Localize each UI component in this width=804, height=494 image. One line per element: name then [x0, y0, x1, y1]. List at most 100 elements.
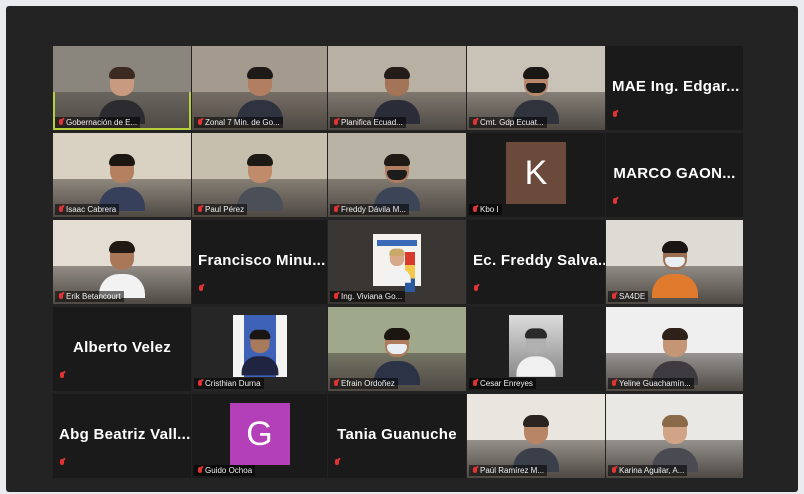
muted-mic-icon — [612, 198, 618, 206]
participant-tile[interactable]: Ec. Freddy Salva... — [467, 220, 605, 304]
muted-mic-icon — [333, 292, 339, 301]
muted-mic-icon — [333, 118, 339, 127]
participant-name-tag: Paúl Ramírez M... — [469, 465, 548, 476]
participant-tile[interactable]: Yeline Guachamín... — [606, 307, 743, 391]
participant-name-tag: Yeline Guachamín... — [608, 378, 694, 389]
muted-mic-icon — [198, 285, 204, 293]
participant-name-label: Cristhian Durna — [205, 379, 261, 388]
participant-name-label: Zonal 7 Min. de Go... — [205, 118, 280, 127]
participant-video-figure — [236, 67, 283, 124]
participant-tile[interactable]: Isaac Cabrera — [53, 133, 191, 217]
participant-tile[interactable]: Ing. Viviana Go... — [328, 220, 466, 304]
muted-mic-icon — [611, 379, 617, 388]
participant-tile[interactable]: Tania Guanuche — [328, 394, 466, 478]
participant-tile[interactable]: K Kbo I — [467, 133, 605, 217]
participant-video-figure — [513, 67, 559, 124]
participant-tile[interactable]: G Guido Ochoa — [192, 394, 327, 478]
participant-video-figure — [651, 415, 698, 472]
profile-poster — [373, 234, 421, 292]
mute-indicator — [334, 454, 340, 472]
participant-name-tag: Ing. Viviana Go... — [330, 291, 406, 302]
participant-display-name: MAE Ing. Edgar... — [612, 77, 740, 95]
participant-tile[interactable]: Francisco Minu... — [192, 220, 327, 304]
participant-tile[interactable]: Karina Aguilar, A... — [606, 394, 743, 478]
mute-indicator — [59, 454, 65, 472]
participant-tile[interactable]: Cmt. Gdp Ecuat... — [467, 46, 605, 130]
participant-tile[interactable]: MAE Ing. Edgar... — [606, 46, 743, 130]
participant-name-tag: Karina Aguilar, A... — [608, 465, 688, 476]
muted-mic-icon — [473, 285, 479, 293]
participant-tile[interactable]: Paul Pérez — [192, 133, 327, 217]
participant-tile[interactable]: MARCO GAON... — [606, 133, 743, 217]
participant-name-label: Paúl Ramírez M... — [480, 466, 545, 475]
participant-name-label: Gobernación de E... — [66, 118, 138, 127]
participant-video-figure — [99, 241, 145, 298]
muted-mic-icon — [333, 205, 339, 214]
participant-name-tag: Kbo I — [469, 204, 502, 215]
participant-name-tag: Cmt. Gdp Ecuat... — [469, 117, 547, 128]
participant-name-tag: Guido Ochoa — [194, 465, 256, 476]
participant-tile[interactable]: Erik Betancourt — [53, 220, 191, 304]
muted-mic-icon — [612, 111, 618, 119]
muted-mic-icon — [197, 466, 203, 475]
muted-mic-icon — [334, 459, 340, 467]
participant-video-figure — [651, 241, 698, 298]
participant-name-label: Freddy Dávila M... — [341, 205, 406, 214]
participant-tile[interactable]: Efrain Ordoñez — [328, 307, 466, 391]
muted-mic-icon — [472, 205, 478, 214]
muted-mic-icon — [472, 118, 478, 127]
participant-video-figure — [383, 248, 411, 283]
participant-video-figure — [374, 67, 420, 124]
participant-video-figure — [236, 154, 283, 211]
participant-name-label: Planifica Ecuad... — [341, 118, 403, 127]
muted-mic-icon — [58, 205, 64, 214]
mute-indicator — [59, 367, 65, 385]
participant-name-label: Isaac Cabrera — [66, 205, 117, 214]
participant-name-label: Ing. Viviana Go... — [341, 292, 403, 301]
mute-indicator — [612, 106, 618, 124]
participant-gallery: Gobernación de E... Zonal 7 Min. de Go...… — [53, 46, 743, 478]
avatar: K — [506, 142, 566, 204]
muted-mic-icon — [197, 379, 203, 388]
avatar: G — [229, 403, 290, 465]
participant-name-tag: Paul Pérez — [194, 204, 248, 215]
participant-name-tag: Cristhian Durna — [194, 378, 264, 389]
participant-name-tag: Freddy Dávila M... — [330, 204, 409, 215]
muted-mic-icon — [59, 372, 65, 380]
participant-display-name: Francisco Minu... — [198, 251, 326, 269]
participant-video-figure — [513, 415, 559, 472]
muted-mic-icon — [59, 459, 65, 467]
participant-video-figure — [651, 328, 698, 385]
muted-mic-icon — [58, 118, 64, 127]
participant-name-label: Karina Aguilar, A... — [619, 466, 685, 475]
participant-name-label: Kbo I — [480, 205, 499, 214]
participant-video-figure — [374, 328, 420, 385]
participant-tile[interactable]: Alberto Velez — [53, 307, 191, 391]
participant-name-label: Guido Ochoa — [205, 466, 253, 475]
participant-tile[interactable]: Abg Beatriz Vall... — [53, 394, 191, 478]
muted-mic-icon — [197, 205, 203, 214]
participant-video-figure — [374, 154, 420, 211]
muted-mic-icon — [611, 466, 617, 475]
participant-name-label: Paul Pérez — [205, 205, 245, 214]
participant-video-figure — [99, 67, 145, 124]
participant-tile[interactable]: Cesar Enreyes — [467, 307, 605, 391]
participant-name-label: Yeline Guachamín... — [619, 379, 691, 388]
participant-tile[interactable]: Zonal 7 Min. de Go... — [192, 46, 327, 130]
zoom-window: Gobernación de E... Zonal 7 Min. de Go...… — [6, 6, 798, 492]
muted-mic-icon — [197, 118, 203, 127]
participant-display-name: Tania Guanuche — [337, 425, 457, 443]
participant-tile[interactable]: SA4DE — [606, 220, 743, 304]
participant-tile[interactable]: Gobernación de E... — [53, 46, 191, 130]
muted-mic-icon — [472, 466, 478, 475]
participant-video-figure — [99, 154, 145, 211]
participant-tile[interactable]: Cristhian Durna — [192, 307, 327, 391]
participant-tile[interactable]: Freddy Dávila M... — [328, 133, 466, 217]
participant-tile[interactable]: Paúl Ramírez M... — [467, 394, 605, 478]
participant-name-tag: Gobernación de E... — [55, 117, 141, 128]
participant-tile[interactable]: Planifica Ecuad... — [328, 46, 466, 130]
muted-mic-icon — [58, 292, 64, 301]
mute-indicator — [473, 280, 479, 298]
participant-name-tag: Planifica Ecuad... — [330, 117, 406, 128]
participant-display-name: Abg Beatriz Vall... — [59, 425, 191, 443]
